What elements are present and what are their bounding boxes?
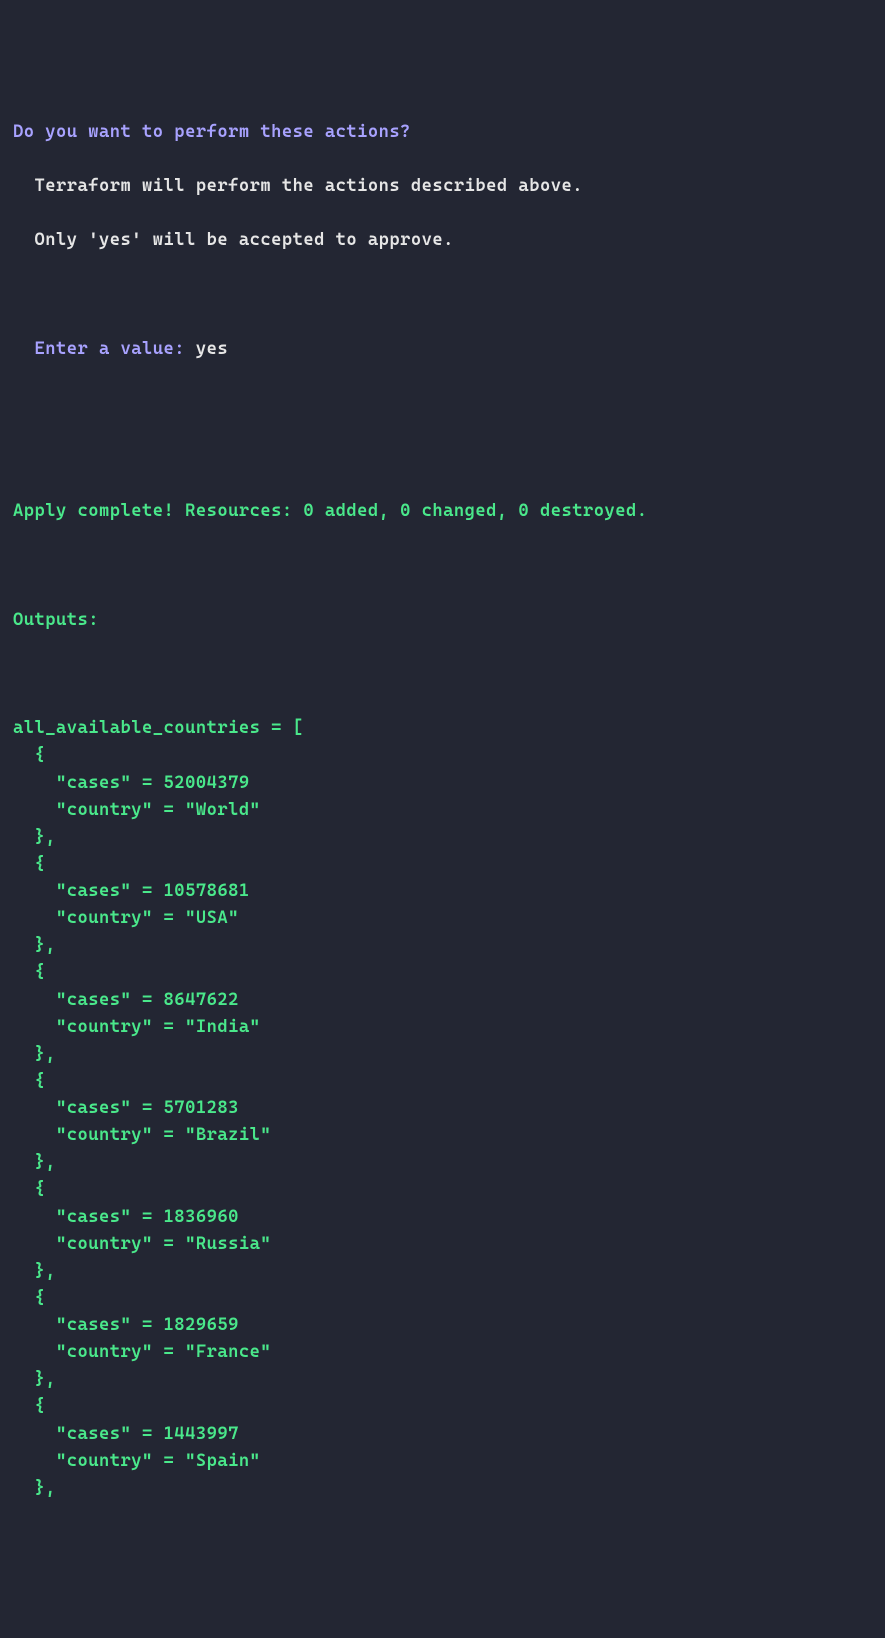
- confirm-desc-2: Only 'yes' will be accepted to approve.: [13, 227, 872, 254]
- blank: [13, 390, 872, 417]
- apply-complete: Apply complete! Resources: 0 added, 0 ch…: [13, 498, 872, 525]
- enter-value-input[interactable]: yes: [196, 339, 228, 359]
- confirm-prompt: Do you want to perform these actions?: [13, 119, 872, 146]
- blank: [13, 553, 872, 580]
- output-block: all_available_countries = [ { "cases" = …: [13, 715, 872, 1502]
- confirm-desc-1: Terraform will perform the actions descr…: [13, 173, 872, 200]
- outputs-label: Outputs:: [13, 607, 872, 634]
- blank: [13, 281, 872, 308]
- enter-value-label: Enter a value:: [13, 339, 196, 359]
- blank: [13, 661, 872, 688]
- blank: [13, 444, 872, 471]
